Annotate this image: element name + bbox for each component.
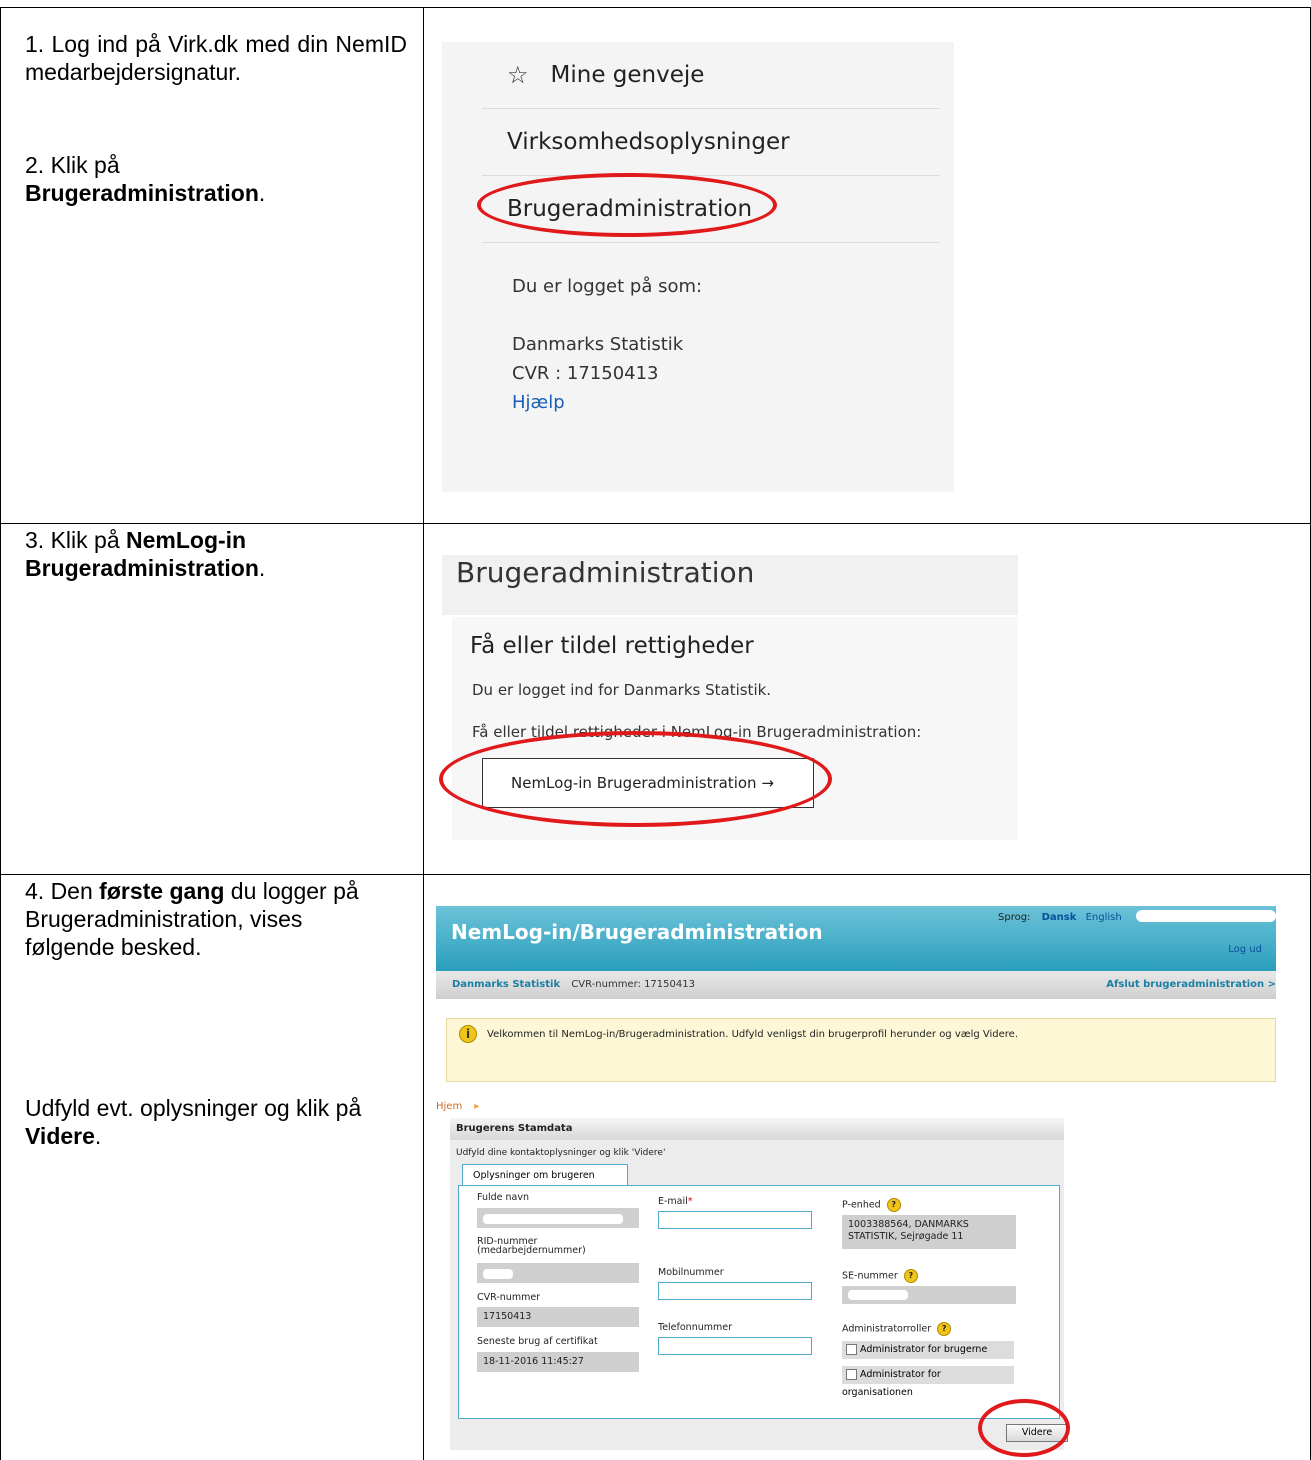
admin-org-checkbox[interactable]: Administrator for organisationen [842,1366,1014,1398]
logged-in-text: Du er logget ind for Danmarks Statistik. [472,681,772,699]
user-form: Fulde navn RID-nummer (medarbejdernummer… [458,1185,1060,1419]
mobile-field[interactable] [658,1282,812,1300]
nemlogin-title: NemLog-in/Brugeradministration [451,920,823,944]
virk-menu-screenshot: ☆ Mine genveje Virksomhedsoplysninger Br… [442,42,954,492]
section-title: Brugerens Stamdata [450,1118,1064,1140]
org-bar: Danmarks Statistik CVR-nummer: 17150413 … [436,971,1276,999]
logout-link[interactable]: Log ud [1228,944,1262,955]
full-name-value [477,1208,639,1228]
section-text: Udfyld dine kontaktoplysninger og klik '… [456,1148,666,1158]
last-use-label: Seneste brug af certifikat [477,1336,598,1347]
rid-value [477,1263,639,1283]
language-english[interactable]: English [1086,912,1122,923]
email-field[interactable] [658,1211,812,1229]
redaction [483,1269,513,1279]
email-label: E-mail* [658,1196,693,1207]
cvr-label: CVR-nummer [477,1292,541,1303]
admin-roles-label: Administratorroller? [842,1322,952,1336]
panel-header: Brugeradministration [442,555,1018,615]
last-use-value: 18-11-2016 11:45:27 [477,1352,639,1372]
step-3-text: 3. Klik på NemLog-in Brugeradministratio… [25,527,266,581]
banner-redaction [1136,910,1276,922]
step-2-text: 2. Klik på Brugeradministration. [25,152,266,206]
redacted-name [512,301,702,330]
p-unit-value: 1003388564, DANMARKS STATISTIK, Sejrøgad… [842,1215,1016,1249]
breadcrumb-arrow-icon: ▸ [474,1101,480,1112]
org-cvr: CVR-nummer: 17150413 [571,979,695,990]
step-5-text: Udfyld evt. oplysninger og klik på Vider… [25,1095,362,1149]
se-label: SE-nummer? [842,1269,918,1283]
step-1-text: 1. Log ind på Virk.dk med din NemID meda… [25,31,407,85]
checkbox[interactable] [846,1344,857,1355]
rights-heading: Få eller tildel rettigheder [470,633,754,659]
highlight-ellipse [477,173,777,237]
language-label: Sprog: [998,912,1031,923]
info-icon: i [459,1025,477,1043]
redaction [848,1290,908,1300]
menu-item-label: Virksomhedsoplysninger [507,129,790,155]
checkbox[interactable] [846,1369,857,1380]
phone-label: Telefonnummer [658,1322,732,1333]
full-name-label: Fulde navn [477,1192,529,1203]
menu-item-virksomhedsoplysninger[interactable]: Virksomhedsoplysninger [482,109,940,176]
step-4-text: 4. Den første gang du logger på Brugerad… [25,878,359,960]
help-link[interactable]: Hjælp [512,388,702,417]
company-name: Danmarks Statistik [512,334,684,355]
rid-label: RID-nummer (medarbejdernummer) [477,1236,586,1256]
tab-user-info[interactable]: Oplysninger om brugeren [462,1164,628,1186]
org-name: Danmarks Statistik [452,979,561,990]
help-icon[interactable]: ? [937,1322,952,1336]
phone-field[interactable] [658,1337,812,1355]
menu-item-mine-genveje[interactable]: ☆ Mine genveje [482,42,940,109]
logged-in-label: Du er logget på som: [512,276,703,297]
admin-users-checkbox[interactable]: Administrator for brugerne [842,1341,1014,1359]
login-info: Du er logget på som: Danmarks Statistik … [512,272,702,417]
exit-link[interactable]: Afslut brugeradministration > [1106,971,1276,999]
menu-item-label: Mine genveje [550,62,705,88]
highlight-ellipse [978,1399,1070,1457]
redaction [483,1214,623,1224]
nemlogin-screenshot: NemLog-in/Brugeradministration Sprog: Da… [436,906,1276,1456]
mobile-label: Mobilnummer [658,1267,724,1278]
se-value [842,1286,1016,1304]
breadcrumb-home[interactable]: Hjem [436,1101,462,1112]
star-icon: ☆ [507,61,529,89]
help-icon[interactable]: ? [903,1269,918,1283]
language-dansk[interactable]: Dansk [1042,912,1077,923]
stamdata-section: Brugerens Stamdata Udfyld dine kontaktop… [450,1118,1068,1450]
language-selector: Sprog: Dansk English [998,912,1122,923]
highlight-ellipse [439,731,832,827]
breadcrumb: Hjem ▸ [436,1101,479,1112]
welcome-notice: i Velkommen til NemLog-in/Brugeradminist… [446,1018,1276,1082]
cvr-value: 17150413 [477,1307,639,1327]
cvr-number: CVR : 17150413 [512,363,659,384]
help-icon[interactable]: ? [886,1198,901,1212]
p-unit-label: P-enhed? [842,1198,901,1212]
welcome-text: Velkommen til NemLog-in/Brugeradministra… [487,1029,1018,1040]
